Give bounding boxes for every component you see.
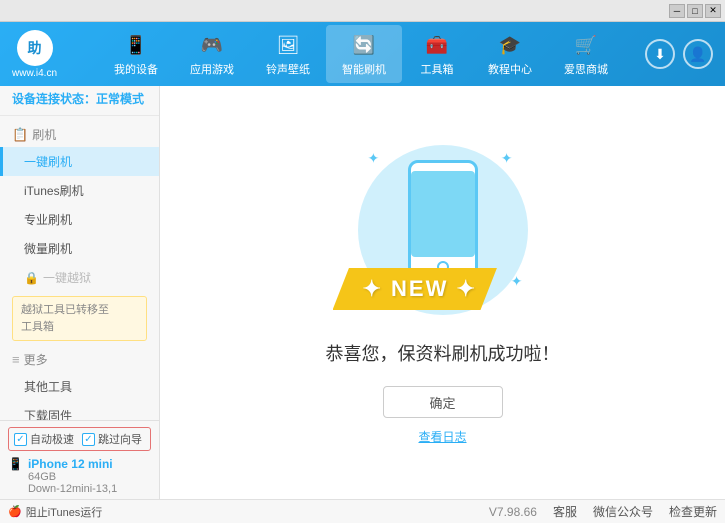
nav-store[interactable]: 🛒 爱思商城: [548, 25, 624, 83]
phone-screen: [411, 171, 475, 257]
wechat-link[interactable]: 微信公众号: [593, 503, 653, 520]
nav-toolbox-icon: 🧰: [423, 31, 451, 59]
maximize-button[interactable]: □: [687, 4, 703, 18]
support-link[interactable]: 客服: [553, 503, 577, 520]
nav-my-device-icon: 📱: [122, 31, 150, 59]
new-banner: ✦ NEW ✦: [333, 268, 497, 310]
auto-send-label: 自动极速: [30, 431, 74, 447]
itunes-label: 阻止iTunes运行: [26, 504, 103, 520]
flash-section-label: 刷机: [32, 126, 56, 143]
nav-tutorial-icon: 🎓: [496, 31, 524, 59]
skip-wizard-check-icon: [82, 433, 95, 446]
user-button[interactable]: 👤: [683, 39, 713, 69]
status-bar: 设备连接状态：正常模式: [0, 86, 159, 116]
confirm-button[interactable]: 确定: [383, 386, 503, 418]
sidebar-item-download-fw[interactable]: 下载固件: [0, 401, 159, 420]
success-text: 恭喜您，保资料刷机成功啦！: [326, 340, 560, 366]
nav-smart-flash[interactable]: 🔄 智能刷机: [326, 25, 402, 83]
device-details: iPhone 12 mini 64GB Down-12mini-13,1: [28, 457, 117, 495]
status-label: 设备连接状态：: [12, 92, 96, 106]
device-icon: 📱: [8, 457, 23, 471]
sidebar: 设备连接状态：正常模式 📋 刷机 一键刷机 iTunes刷机 专业刷机: [0, 86, 160, 499]
main-content: ✦ ✦ ✦ ✦ NEW ✦ 恭喜您，保资料刷机成功啦！ 确定 查看日志: [160, 86, 725, 499]
nav-smart-flash-label: 智能刷机: [342, 61, 386, 77]
update-link[interactable]: 检查更新: [669, 503, 717, 520]
sidebar-section-more: ≡ 更多: [0, 345, 159, 372]
log-link[interactable]: 查看日志: [418, 428, 466, 445]
header-right: ⬇ 👤: [645, 39, 713, 69]
footer-right: V7.98.66 客服 微信公众号 检查更新: [489, 503, 717, 520]
close-button[interactable]: ✕: [705, 4, 721, 18]
logo-area: 助 www.i4.cn: [12, 30, 57, 79]
nav-smart-flash-icon: 🔄: [350, 31, 378, 59]
sidebar-item-itunes-flash[interactable]: iTunes刷机: [0, 176, 159, 205]
app-wrapper: ─ □ ✕ 助 www.i4.cn 📱 我的设备 🎮 应用游戏 🖼 铃声壁纸 🔄: [0, 0, 725, 523]
sidebar-item-one-click-flash[interactable]: 一键刷机: [0, 147, 159, 176]
nav-store-icon: 🛒: [572, 31, 600, 59]
device-system: Down-12mini-13,1: [28, 483, 117, 495]
device-info: 📱 iPhone 12 mini 64GB Down-12mini-13,1: [8, 457, 151, 495]
nav-apps[interactable]: 🎮 应用游戏: [174, 25, 250, 83]
sparkle-1: ✦: [368, 150, 380, 167]
sidebar-item-wipe-flash[interactable]: 微量刷机: [0, 234, 159, 263]
sidebar-item-pro-flash[interactable]: 专业刷机: [0, 205, 159, 234]
nav-tutorial-label: 教程中心: [488, 61, 532, 77]
nav-apps-label: 应用游戏: [190, 61, 234, 77]
nav-apps-icon: 🎮: [198, 31, 226, 59]
download-button[interactable]: ⬇: [645, 39, 675, 69]
nav-items: 📱 我的设备 🎮 应用游戏 🖼 铃声壁纸 🔄 智能刷机 🧰 工具箱 🎓: [77, 25, 645, 83]
checkboxes-container: 自动极速 跳过向导: [8, 427, 151, 451]
sparkle-2: ✦: [501, 150, 513, 167]
nav-wallpaper-icon: 🖼: [274, 31, 302, 59]
flash-section-icon: 📋: [12, 127, 28, 143]
nav-toolbox[interactable]: 🧰 工具箱: [402, 25, 472, 83]
header: 助 www.i4.cn 📱 我的设备 🎮 应用游戏 🖼 铃声壁纸 🔄 智能刷机 …: [0, 22, 725, 86]
device-storage: 64GB: [28, 471, 117, 483]
status-value: 正常模式: [96, 92, 144, 106]
auto-send-checkbox[interactable]: 自动极速: [14, 431, 74, 447]
sparkle-3: ✦: [511, 273, 523, 290]
nav-wallpaper[interactable]: 🖼 铃声壁纸: [250, 25, 326, 83]
content-row: 设备连接状态：正常模式 📋 刷机 一键刷机 iTunes刷机 专业刷机: [0, 86, 725, 499]
title-bar: ─ □ ✕: [0, 0, 725, 22]
lock-icon: 🔒: [24, 271, 39, 285]
minimize-button[interactable]: ─: [669, 4, 685, 18]
more-section-icon: ≡: [12, 352, 20, 367]
more-section-label: 更多: [24, 351, 48, 368]
jailbreak-note: 越狱工具已转移至工具箱: [12, 296, 147, 341]
nav-tutorial[interactable]: 🎓 教程中心: [472, 25, 548, 83]
phone-device: [408, 160, 478, 280]
itunes-icon: 🍎: [8, 505, 22, 518]
skip-wizard-label: 跳过向导: [98, 431, 142, 447]
nav-wallpaper-label: 铃声壁纸: [266, 61, 310, 77]
sidebar-section-flash: 📋 刷机: [0, 120, 159, 147]
itunes-btn[interactable]: 🍎 阻止iTunes运行: [8, 504, 102, 520]
device-name: iPhone 12 mini: [28, 457, 117, 471]
logo-icon: 助: [17, 30, 53, 66]
nav-toolbox-label: 工具箱: [421, 61, 454, 77]
phone-illustration: ✦ ✦ ✦ ✦ NEW ✦: [353, 140, 533, 320]
sidebar-scroll: 📋 刷机 一键刷机 iTunes刷机 专业刷机 微量刷机 🔒: [0, 120, 159, 420]
sidebar-section-jailbreak: 🔒 一键越狱: [0, 263, 159, 292]
logo-url: www.i4.cn: [12, 68, 57, 79]
nav-store-label: 爱思商城: [564, 61, 608, 77]
auto-send-check-icon: [14, 433, 27, 446]
nav-my-device-label: 我的设备: [114, 61, 158, 77]
footer: 🍎 阻止iTunes运行 V7.98.66 客服 微信公众号 检查更新: [0, 499, 725, 523]
nav-my-device[interactable]: 📱 我的设备: [98, 25, 174, 83]
skip-wizard-checkbox[interactable]: 跳过向导: [82, 431, 142, 447]
version-text: V7.98.66: [489, 505, 537, 519]
sidebar-item-other-tools[interactable]: 其他工具: [0, 372, 159, 401]
sidebar-bottom: 自动极速 跳过向导 📱 iPhone 12 mini 64GB Down-12m…: [0, 420, 159, 499]
